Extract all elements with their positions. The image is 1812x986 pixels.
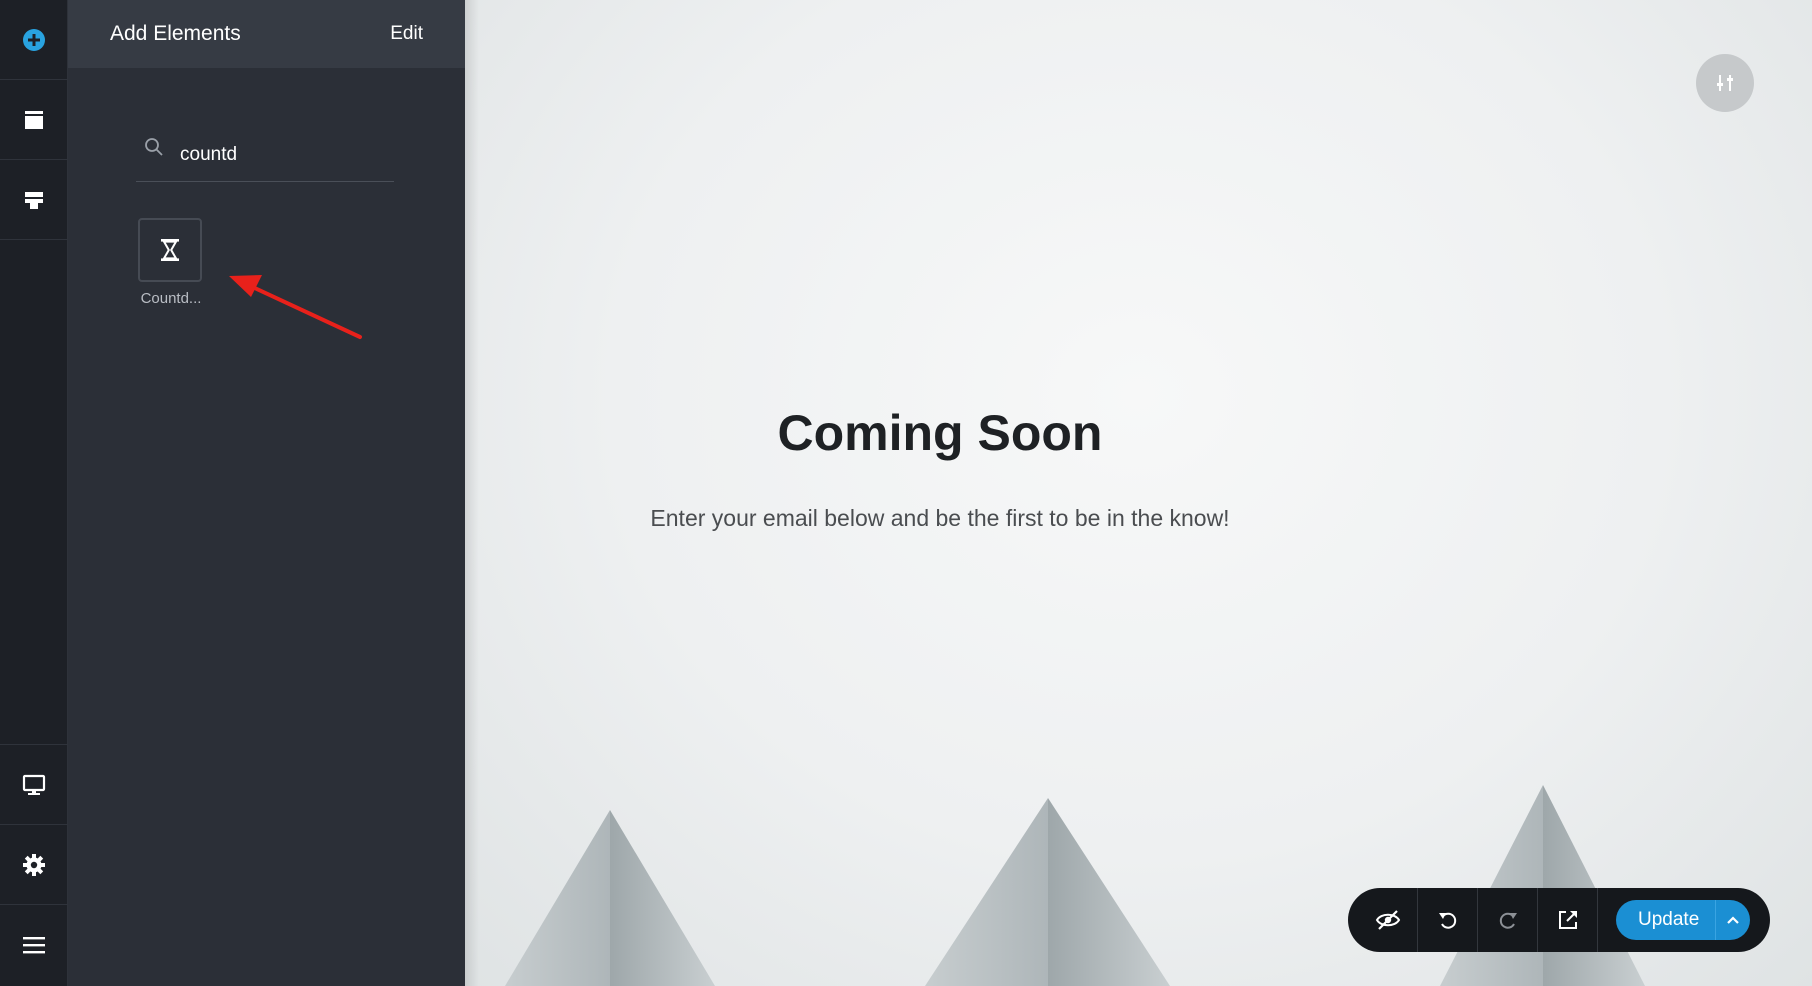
gear-icon <box>23 853 45 876</box>
panel-title: Add Elements <box>110 22 241 45</box>
undo-icon <box>1438 912 1456 929</box>
countdown-element-tile[interactable] <box>138 218 202 282</box>
rail-settings[interactable] <box>0 824 68 904</box>
search-field <box>136 128 394 182</box>
bottom-toolbar: Update <box>1348 888 1770 952</box>
add-circle-icon <box>23 28 45 51</box>
rail-add-elements[interactable] <box>0 0 68 80</box>
countdown-element-label: Countd... <box>140 290 202 307</box>
redo-button[interactable] <box>1478 888 1538 952</box>
search-input[interactable] <box>180 143 380 166</box>
update-options-button[interactable] <box>1715 900 1750 940</box>
layout-icon <box>25 191 43 209</box>
update-button[interactable]: Update <box>1616 900 1715 940</box>
coming-soon-heading: Coming Soon <box>777 405 1103 461</box>
monitor-icon <box>22 774 46 795</box>
hourglass-icon <box>161 239 179 261</box>
hide-preview-button[interactable] <box>1358 888 1418 952</box>
update-button-group: Update <box>1616 900 1751 940</box>
rail-layout[interactable] <box>0 160 68 240</box>
tent-background-illustration <box>505 785 1645 986</box>
rail-menu[interactable] <box>0 904 68 984</box>
sliders-icon <box>1717 75 1733 91</box>
add-elements-panel: Add Elements Edit Countd... <box>68 0 465 986</box>
window-icon <box>25 110 43 129</box>
rail-device-preview[interactable] <box>0 744 68 824</box>
icon-rail <box>0 0 68 986</box>
undo-button[interactable] <box>1418 888 1478 952</box>
external-link-icon <box>1558 911 1577 929</box>
panel-header: Add Elements Edit <box>68 0 465 68</box>
eye-slash-icon <box>1375 910 1400 930</box>
redo-icon <box>1499 912 1517 929</box>
chevron-up-icon <box>1727 916 1740 924</box>
coming-soon-subtitle: Enter your email below and be the first … <box>650 505 1230 531</box>
page-settings-button[interactable] <box>1696 54 1754 112</box>
hamburger-menu-icon <box>23 936 45 953</box>
open-preview-button[interactable] <box>1538 888 1598 952</box>
edit-button[interactable]: Edit <box>390 23 423 45</box>
rail-sections[interactable] <box>0 80 68 160</box>
page-canvas: Coming Soon Enter your email below and b… <box>465 0 1812 986</box>
